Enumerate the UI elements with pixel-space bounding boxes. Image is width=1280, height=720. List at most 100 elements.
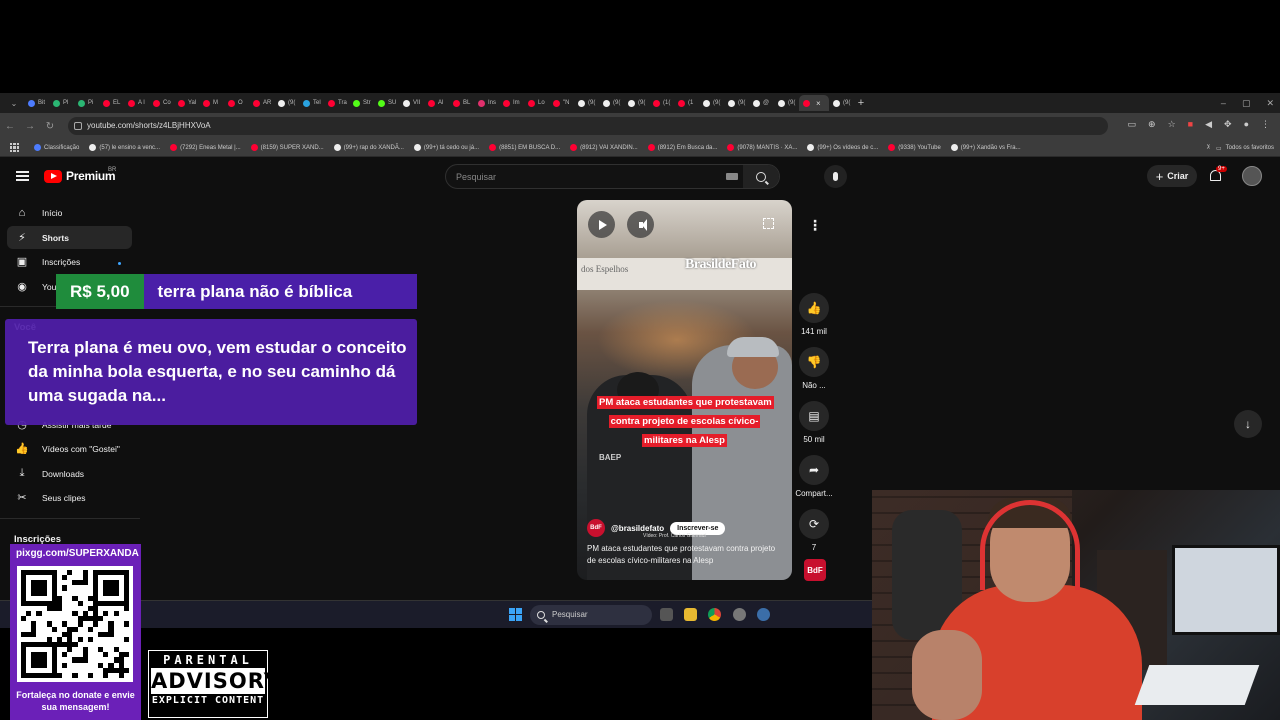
browser-tab[interactable]: (9( (774, 95, 799, 111)
browser-tab[interactable]: BL (449, 95, 474, 111)
address-bar[interactable]: youtube.com/shorts/z4LBjHHXVoA (68, 117, 1108, 135)
short-description[interactable]: PM ataca estudantes que protestavam cont… (587, 543, 782, 567)
file-explorer-icon[interactable] (684, 608, 697, 621)
bookmark-item[interactable]: (99+) tá cedo ou já... (413, 144, 479, 151)
channel-name[interactable]: @brasildefato (611, 524, 664, 533)
profile-icon[interactable]: ● (1244, 119, 1249, 130)
task-view-icon[interactable] (660, 608, 673, 621)
browser-tab[interactable]: (9( (624, 95, 649, 111)
settings-icon[interactable] (757, 608, 770, 621)
like-icon[interactable]: 👍 (799, 293, 829, 323)
bookmark-item[interactable]: (8159) SUPER XAND... (250, 144, 324, 151)
new-tab-icon[interactable]: + (854, 97, 868, 109)
browser-tab[interactable]: (1 (674, 95, 699, 111)
more-options-icon[interactable]: ⋮ (808, 217, 822, 234)
account-avatar[interactable] (1242, 166, 1262, 186)
browser-tab[interactable]: VII (399, 95, 424, 111)
maximize-icon[interactable]: ▢ (1242, 98, 1251, 109)
browser-tab[interactable]: O (224, 95, 249, 111)
browser-tab[interactable]: Pl (49, 95, 74, 111)
bookmark-item[interactable]: (99+) rap do XANDÃ... (333, 144, 404, 151)
dislike-icon[interactable]: 👎 (799, 347, 829, 377)
browser-tab[interactable]: "N (549, 95, 574, 111)
browser-tab[interactable]: M (199, 95, 224, 111)
sidebar-item-scissors[interactable]: ✂ Seus clipes (7, 486, 132, 509)
menu-icon[interactable]: ⋮ (1261, 119, 1270, 130)
bookmark-item[interactable]: (99+) Os vídeos de c... (807, 144, 878, 151)
sidebar-item-thumb-up[interactable]: 👍 Vídeos com "Gostei" (7, 437, 132, 460)
shorts-player[interactable]: dos Espelhos BrasildeFato BAEP PM ataca … (577, 200, 792, 580)
browser-tab[interactable]: (9( (599, 95, 624, 111)
browser-tab[interactable]: Tel (299, 95, 324, 111)
apps-grid-icon[interactable] (10, 143, 19, 152)
all-bookmarks-folder[interactable]: ▭ Todos os favoritos (1209, 139, 1274, 156)
voice-search-button[interactable] (824, 165, 847, 188)
bookmark-item[interactable]: (99+) Xandão vs Fra... (950, 144, 1021, 151)
chrome-icon[interactable] (708, 608, 721, 621)
bookmark-star-icon[interactable]: ☆ (1168, 119, 1176, 130)
browser-tab[interactable]: Bit (24, 95, 49, 111)
browser-tab[interactable]: Tra (324, 95, 349, 111)
bookmark-item[interactable]: (9078) MANTIS · XA... (727, 144, 797, 151)
cast-icon[interactable]: ▭ (1128, 119, 1137, 130)
browser-tab[interactable]: EL (99, 95, 124, 111)
fullscreen-icon[interactable] (763, 218, 774, 229)
browser-tab[interactable]: AR (249, 95, 274, 111)
bookmark-item[interactable]: (7292) Eneas Metal |... (170, 144, 241, 151)
extension-icon[interactable]: ■ (1188, 119, 1193, 130)
search-button[interactable] (743, 165, 779, 188)
sidebar-item-download[interactable]: ⤓ Downloads (7, 462, 132, 485)
zoom-icon[interactable]: ⊕ (1148, 119, 1156, 130)
bookmark-item[interactable]: (8851) EM BUSCA D... (489, 144, 560, 151)
sidebar-item-subscriptions[interactable]: ▣ Inscrições (7, 250, 132, 273)
sidebar-item-home[interactable]: ⌂ Início (7, 201, 132, 224)
share-icon[interactable]: ➦ (799, 455, 829, 485)
browser-tab[interactable]: (9( (274, 95, 299, 111)
bookmark-item[interactable]: (57) le ensino a venc... (89, 144, 160, 151)
create-button[interactable]: + Criar (1147, 165, 1197, 187)
browser-tab[interactable]: Ins (474, 95, 499, 111)
windows-start-icon[interactable] (509, 608, 522, 621)
tab-search-icon[interactable]: ⌄ (4, 99, 24, 108)
close-window-icon[interactable]: ✕ (1266, 98, 1274, 109)
sidebar-item-shorts[interactable]: ⚡ Shorts (7, 226, 132, 249)
youtube-logo[interactable]: Premium (44, 169, 116, 183)
reload-icon[interactable]: ↻ (40, 121, 60, 132)
bookmark-item[interactable]: (9338) YouTube (888, 144, 941, 151)
browser-tab[interactable]: Im (499, 95, 524, 111)
browser-tab[interactable]: A l (124, 95, 149, 111)
minimize-icon[interactable]: – (1221, 98, 1226, 108)
bookmark-item[interactable]: (8912) VAI XANDIN... (570, 144, 638, 151)
site-info-icon[interactable] (74, 122, 82, 130)
sound-source-thumbnail[interactable]: BdF (804, 559, 826, 581)
browser-tab[interactable]: (9( (574, 95, 599, 111)
back-icon[interactable]: ← (0, 121, 20, 132)
menu-hamburger-icon[interactable] (16, 171, 29, 181)
tab-close-icon[interactable]: × (816, 99, 821, 108)
browser-tab[interactable]: (9( (699, 95, 724, 111)
sound-icon[interactable]: ◀ (1205, 119, 1212, 130)
bookmark-item[interactable]: (8912) Em Busca da... (647, 144, 717, 151)
browser-tab[interactable]: Yal (174, 95, 199, 111)
browser-tab[interactable]: (1( (649, 95, 674, 111)
forward-icon[interactable]: → (20, 121, 40, 132)
browser-tab[interactable]: Lo (524, 95, 549, 111)
next-short-arrow-icon[interactable]: ↓ (1234, 410, 1262, 438)
comment-icon[interactable]: ▤ (799, 401, 829, 431)
browser-tab[interactable]: @ (749, 95, 774, 111)
volume-button[interactable] (627, 211, 654, 238)
browser-tab[interactable]: Al (424, 95, 449, 111)
remix-icon[interactable]: ⟳ (799, 509, 829, 539)
taskbar-search-input[interactable]: Pesquisar (530, 605, 652, 625)
browser-tab[interactable]: (9( (829, 95, 854, 111)
browser-tab[interactable]: × (799, 95, 829, 111)
search-input[interactable]: Pesquisar (445, 164, 780, 189)
bookmark-item[interactable]: Classificação (34, 144, 79, 151)
channel-avatar[interactable]: BdF (587, 519, 605, 537)
browser-tab[interactable]: Pi (74, 95, 99, 111)
browser-tab[interactable]: Co (149, 95, 174, 111)
browser-tab[interactable]: SU (374, 95, 399, 111)
puzzle-icon[interactable]: ✥ (1224, 119, 1232, 130)
app-icon[interactable] (733, 608, 746, 621)
browser-tab[interactable]: Str (349, 95, 374, 111)
